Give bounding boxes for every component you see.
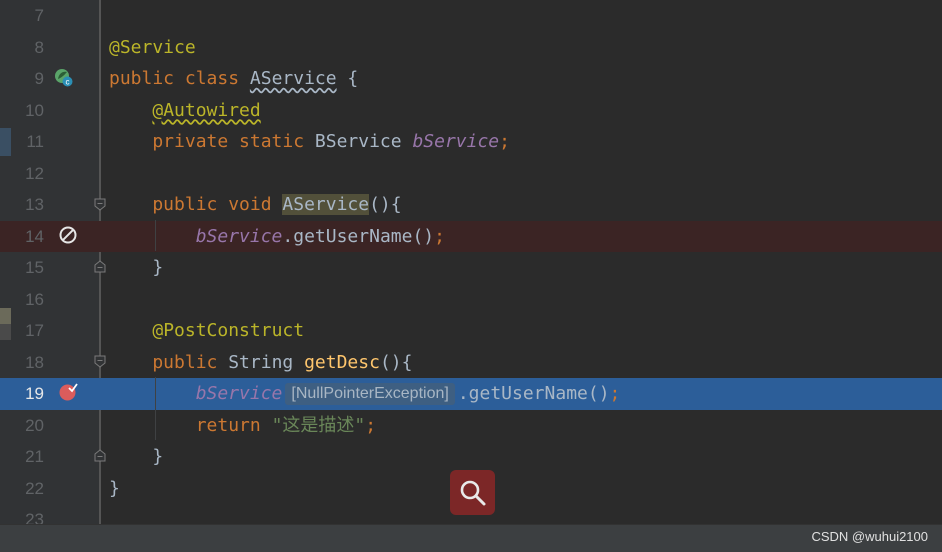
code-line[interactable]: 7 — [0, 0, 942, 32]
code-line[interactable]: 19 bService [NullPointerException] .getUse… — [0, 378, 942, 410]
watermark-text: CSDN @wuhui2100 — [811, 529, 928, 544]
code-text[interactable]: bService [NullPointerException] .getUserNa… — [109, 378, 620, 410]
code-line[interactable]: 15 } — [0, 252, 942, 284]
code-token: bService — [412, 131, 500, 152]
code-token: ; — [434, 225, 445, 247]
code-text[interactable]: bService.getUserName(); — [109, 221, 445, 253]
code-line[interactable]: 18 public String getDesc(){ — [0, 347, 942, 379]
line-number[interactable]: 10 — [0, 95, 44, 127]
code-line[interactable]: 10 @Autowired — [0, 95, 942, 127]
exception-breakpoint-icon[interactable] — [56, 380, 80, 404]
code-token: bService — [195, 383, 283, 404]
code-line[interactable]: 12 — [0, 158, 942, 190]
code-text[interactable]: return "这是描述"; — [109, 410, 376, 442]
line-number[interactable]: 8 — [0, 32, 44, 64]
code-text[interactable]: public String getDesc(){ — [109, 347, 412, 379]
line-number[interactable]: 18 — [0, 347, 44, 379]
code-token: @Autowired — [152, 99, 261, 121]
code-token: } — [109, 446, 164, 467]
code-token: private static — [109, 131, 315, 152]
disabled-breakpoint-icon[interactable] — [56, 223, 80, 247]
line-number[interactable]: 11 — [0, 126, 44, 158]
code-text[interactable]: } — [109, 473, 120, 505]
fold-open-icon[interactable] — [94, 355, 106, 368]
code-token: @PostConstruct — [152, 320, 305, 341]
code-token: } — [109, 477, 120, 499]
code-token: (){ — [379, 351, 413, 373]
code-line[interactable]: 20 return "这是描述"; — [0, 410, 942, 442]
indent-guide — [155, 377, 156, 440]
code-token: BService — [314, 131, 413, 152]
line-number[interactable]: 17 — [0, 315, 44, 347]
code-line[interactable]: 14 bService.getUserName(); — [0, 220, 942, 253]
search-button[interactable] — [450, 470, 495, 515]
line-number[interactable]: 15 — [0, 252, 44, 284]
search-icon — [460, 480, 486, 506]
line-number[interactable]: 21 — [0, 441, 44, 473]
code-token: bService — [195, 225, 283, 247]
indent-guide — [155, 220, 156, 251]
code-token: public class — [109, 68, 250, 89]
code-text[interactable]: private static BService bService; — [109, 126, 510, 158]
code-token: } — [109, 257, 164, 278]
code-token: getDesc — [304, 351, 380, 373]
code-line[interactable]: 21 } — [0, 441, 942, 473]
code-token: { — [336, 68, 359, 89]
code-line[interactable]: 11 private static BService bService; — [0, 126, 942, 158]
line-number[interactable]: 19 — [0, 378, 44, 410]
line-number[interactable]: 14 — [0, 221, 44, 253]
code-line[interactable]: 9 public class AService { — [0, 63, 942, 95]
code-token: ; — [499, 131, 510, 152]
code-text[interactable]: } — [109, 252, 163, 284]
line-number[interactable]: 13 — [0, 189, 44, 221]
code-line[interactable]: 17 @PostConstruct — [0, 315, 942, 347]
code-editor[interactable]: 7 8 @Service 9 public class AService {10 @Au… — [0, 0, 942, 524]
line-number[interactable]: 20 — [0, 410, 44, 442]
code-token: return — [109, 414, 272, 436]
code-token: public — [109, 351, 229, 373]
code-text[interactable]: } — [109, 441, 163, 473]
code-token: AService — [282, 194, 370, 215]
inline-exception-hint: [NullPointerException] — [285, 383, 455, 405]
line-number[interactable]: 7 — [0, 0, 44, 32]
line-number[interactable]: 23 — [0, 504, 44, 524]
line-number[interactable]: 12 — [0, 158, 44, 190]
fold-open-icon[interactable] — [94, 198, 106, 211]
code-text[interactable]: @PostConstruct — [109, 315, 304, 347]
code-token: @Service — [109, 36, 196, 58]
code-text[interactable]: public void AService(){ — [109, 189, 402, 221]
code-text[interactable]: @Service — [109, 32, 196, 64]
code-token: (){ — [369, 194, 402, 215]
fold-close-icon[interactable] — [94, 449, 106, 462]
code-text[interactable]: @Autowired — [109, 95, 261, 127]
code-token: AService — [249, 68, 337, 89]
line-number[interactable]: 9 — [0, 63, 44, 95]
code-token: ; — [609, 383, 621, 404]
spring-bean-icon[interactable]: c — [52, 66, 76, 90]
fold-close-icon[interactable] — [94, 260, 106, 273]
line-number[interactable]: 22 — [0, 473, 44, 505]
code-token: public void — [109, 194, 283, 215]
code-text[interactable]: public class AService { — [109, 63, 358, 95]
code-token: ; — [365, 414, 377, 436]
code-token: "这是描述" — [271, 414, 366, 436]
code-token: String — [228, 351, 305, 373]
svg-text:c: c — [66, 78, 70, 87]
code-token: .getUserName() — [457, 383, 610, 404]
code-token: .getUserName() — [282, 225, 435, 247]
code-line[interactable]: 13 public void AService(){ — [0, 189, 942, 221]
code-line[interactable]: 8 @Service — [0, 32, 942, 64]
status-bar: CSDN @wuhui2100 — [0, 524, 942, 552]
code-line[interactable]: 16 — [0, 284, 942, 316]
line-number[interactable]: 16 — [0, 284, 44, 316]
